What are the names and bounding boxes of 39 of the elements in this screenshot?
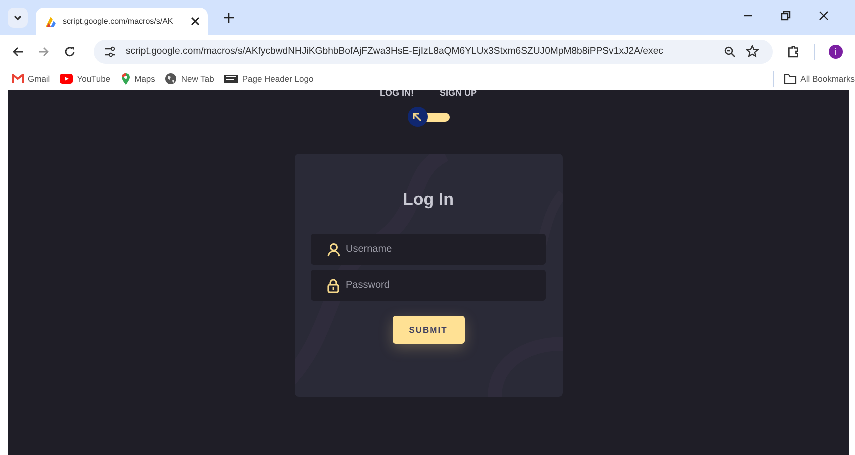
script-logo-icon bbox=[44, 14, 58, 28]
tab-title: script.google.com/macros/s/AK bbox=[63, 17, 174, 26]
puzzle-icon[interactable] bbox=[787, 45, 800, 58]
bookmark-item[interactable]: Page Header Logo bbox=[224, 74, 314, 84]
play-icon bbox=[60, 74, 74, 84]
all-bookmarks-button[interactable]: All Bookmarks bbox=[784, 74, 855, 84]
switch-label: LOG IN! bbox=[380, 90, 414, 98]
submit-button[interactable]: SUBMIT bbox=[392, 316, 464, 344]
globe-icon bbox=[165, 73, 178, 85]
mail-icon bbox=[12, 74, 24, 84]
star-icon[interactable] bbox=[746, 45, 759, 58]
reload-icon[interactable] bbox=[64, 46, 76, 58]
bookmark-item[interactable]: New Tab bbox=[165, 73, 214, 85]
bookmark-item[interactable]: YouTube bbox=[60, 74, 111, 84]
login-title: Log In bbox=[403, 190, 454, 210]
chevron-down-icon bbox=[13, 13, 23, 23]
new-tab-icon[interactable] bbox=[224, 13, 234, 23]
tab-search-button[interactable] bbox=[8, 8, 28, 28]
close-window-icon[interactable] bbox=[819, 11, 829, 21]
arrow-icon bbox=[413, 112, 422, 122]
logo-icon bbox=[224, 75, 238, 83]
bookmark-item[interactable]: Maps bbox=[120, 73, 156, 85]
folder-icon bbox=[784, 74, 797, 84]
site-settings-icon[interactable] bbox=[104, 46, 116, 58]
map-pin-icon bbox=[120, 73, 131, 85]
forward-icon[interactable] bbox=[38, 46, 50, 58]
input-field[interactable]: Password bbox=[311, 270, 546, 301]
browser-tab[interactable]: script.google.com/macros/s/AK bbox=[36, 8, 208, 35]
input-field[interactable]: Username bbox=[311, 234, 546, 265]
address-bar[interactable]: script.google.com/macros/s/AKfycbwdNHJiKGbhbBofAjFZwa3HsE-EjIzL8aQM6YLUx3Stxm6SZUJ0MpM8b8iPPSv1xJ2A/exec bbox=[94, 40, 773, 64]
url-text: script.google.com/macros/s/AKfycbwdNHJiKGbhbBofAjFZwa3HsE-EjIzL8aQM6YLUx3Stxm6SZUJ0MpM8b8iPPSv1xJ2A/exec bbox=[126, 46, 664, 57]
restore-icon[interactable] bbox=[781, 11, 791, 21]
close-icon[interactable] bbox=[191, 17, 200, 26]
profile-avatar[interactable]: i bbox=[829, 44, 843, 58]
back-icon[interactable] bbox=[12, 46, 24, 58]
bookmark-item[interactable]: Gmail bbox=[12, 74, 50, 84]
zoom-icon[interactable] bbox=[724, 46, 736, 58]
toggle-switch[interactable] bbox=[408, 110, 450, 124]
switch-label: SIGN UP bbox=[440, 90, 477, 98]
